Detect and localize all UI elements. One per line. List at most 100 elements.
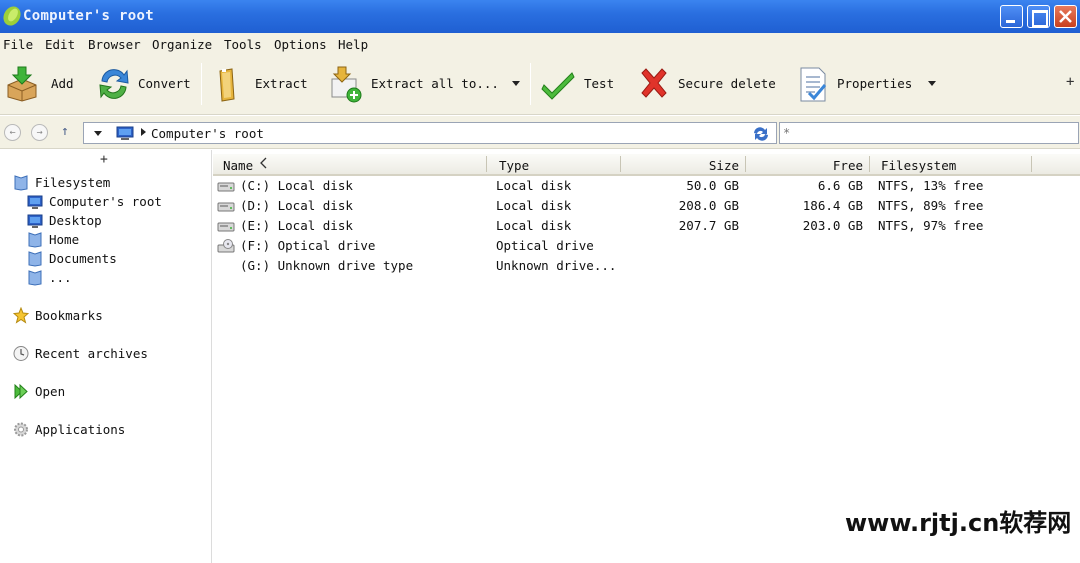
cell-name: (C:) Local disk xyxy=(240,178,353,193)
column-header-name[interactable]: Name xyxy=(223,158,253,173)
sidebar-item-label: Documents xyxy=(49,251,117,266)
forward-button[interactable]: → xyxy=(31,124,48,141)
extract-all-label: Extract all to... xyxy=(371,76,499,91)
table-row[interactable]: (C:) Local disk Local disk 50.0 GB 6.6 G… xyxy=(213,176,1080,196)
sidebar-item-home[interactable]: Home xyxy=(27,231,207,249)
menu-bar: File Edit Browser Organize Tools Options… xyxy=(0,33,1080,55)
optical-drive-icon xyxy=(217,239,235,253)
extract-all-dropdown-icon[interactable] xyxy=(512,81,520,86)
column-header-size[interactable]: Size xyxy=(653,158,739,173)
cell-filesystem: NTFS, 89% free xyxy=(878,198,984,213)
folder-icon xyxy=(14,175,28,191)
computer-icon xyxy=(116,126,134,140)
filter-input[interactable] xyxy=(783,124,1073,142)
minimize-button[interactable] xyxy=(1000,5,1023,28)
sidebar-item-bookmarks[interactable]: Bookmarks xyxy=(13,307,203,325)
sidebar-expand-button[interactable]: + xyxy=(100,152,108,167)
secure-delete-button[interactable]: Secure delete xyxy=(636,63,782,107)
path-field[interactable]: Computer's root xyxy=(83,122,777,144)
toolbar: Add Convert Extract Extract all to... Te… xyxy=(0,55,1080,115)
sidebar-item-label: Applications xyxy=(35,422,126,437)
delete-x-icon xyxy=(641,68,667,98)
menu-browser[interactable]: Browser xyxy=(88,37,141,52)
extract-button[interactable]: Extract xyxy=(212,63,312,107)
sidebar-item-open[interactable]: Open xyxy=(13,383,203,401)
column-divider[interactable] xyxy=(869,156,870,172)
menu-help[interactable]: Help xyxy=(338,37,368,52)
menu-file[interactable]: File xyxy=(3,37,33,52)
sidebar-item-label: Recent archives xyxy=(35,346,148,361)
add-button[interactable]: Add xyxy=(4,63,90,107)
folder-icon xyxy=(28,270,42,286)
extract-all-icon xyxy=(331,66,362,103)
column-divider[interactable] xyxy=(620,156,621,172)
sidebar-item-computers-root[interactable]: Computer's root xyxy=(27,193,207,211)
sidebar-item-label: Filesystem xyxy=(35,175,111,190)
sidebar-item-more[interactable]: ... xyxy=(27,269,207,287)
checkmark-icon xyxy=(541,72,575,100)
menu-edit[interactable]: Edit xyxy=(45,37,75,52)
cell-filesystem: NTFS, 97% free xyxy=(878,218,984,233)
convert-button[interactable]: Convert xyxy=(96,63,194,107)
secure-delete-label: Secure delete xyxy=(678,76,776,91)
sidebar-item-label: Bookmarks xyxy=(35,308,103,323)
convert-label: Convert xyxy=(138,76,191,91)
column-header-filesystem[interactable]: Filesystem xyxy=(881,158,956,173)
clock-icon xyxy=(13,346,29,361)
window-title: Computer's root xyxy=(23,8,154,24)
add-label: Add xyxy=(51,76,74,91)
table-row[interactable]: (F:) Optical drive Optical drive xyxy=(213,236,1080,256)
column-header-row: Name Type Size Free Filesystem xyxy=(213,154,1080,176)
sidebar-item-filesystem[interactable]: Filesystem xyxy=(13,174,203,192)
refresh-icon[interactable] xyxy=(752,126,770,142)
table-row[interactable]: (E:) Local disk Local disk 207.7 GB 203.… xyxy=(213,216,1080,236)
watermark-text: www.rjtj.cn软荐网 xyxy=(845,509,1072,537)
cell-type: Local disk xyxy=(496,198,572,213)
file-list: Name Type Size Free Filesystem (C:) Loca… xyxy=(213,150,1080,563)
back-button[interactable]: ← xyxy=(4,124,21,141)
folder-icon xyxy=(28,232,42,248)
cell-free: 203.0 GB xyxy=(802,218,863,233)
extract-all-button[interactable]: Extract all to... xyxy=(328,63,524,107)
column-header-type[interactable]: Type xyxy=(499,158,529,173)
menu-options[interactable]: Options xyxy=(274,37,327,52)
column-divider[interactable] xyxy=(745,156,746,172)
column-divider[interactable] xyxy=(486,156,487,172)
sidebar-item-documents[interactable]: Documents xyxy=(27,250,207,268)
up-arrow-icon[interactable]: ↑ xyxy=(61,124,69,139)
hard-disk-icon xyxy=(217,202,235,212)
menu-tools[interactable]: Tools xyxy=(224,37,262,52)
toolbar-separator xyxy=(530,63,531,105)
properties-dropdown-icon[interactable] xyxy=(928,81,936,86)
cell-size: 50.0 GB xyxy=(686,178,739,193)
title-bar: Computer's root xyxy=(0,0,1080,33)
table-row[interactable]: (D:) Local disk Local disk 208.0 GB 186.… xyxy=(213,196,1080,216)
sort-arrow-icon xyxy=(260,157,267,169)
sidebar-item-desktop[interactable]: Desktop xyxy=(27,212,207,230)
properties-button[interactable]: Properties xyxy=(795,63,945,107)
path-dropdown-icon[interactable] xyxy=(94,131,102,136)
cell-filesystem: NTFS, 13% free xyxy=(878,178,984,193)
path-separator-icon xyxy=(141,128,146,136)
test-label: Test xyxy=(584,76,615,91)
column-divider[interactable] xyxy=(1031,156,1032,172)
open-arrow-icon xyxy=(14,383,28,400)
star-icon xyxy=(13,307,29,324)
toolbar-more-button[interactable]: + xyxy=(1066,74,1074,90)
sidebar-item-label: Open xyxy=(35,384,66,399)
sidebar-item-recent-archives[interactable]: Recent archives xyxy=(13,345,203,363)
cell-name: (G:) Unknown drive type xyxy=(240,258,414,273)
sidebar: + Filesystem Computer's root Desktop Hom… xyxy=(0,150,212,563)
cell-size: 208.0 GB xyxy=(678,198,739,213)
folder-icon xyxy=(28,251,42,267)
column-header-free[interactable]: Free xyxy=(773,158,863,173)
cell-size: 207.7 GB xyxy=(678,218,739,233)
filter-field[interactable] xyxy=(779,122,1079,144)
table-row[interactable]: (G:) Unknown drive type Unknown drive... xyxy=(213,256,1080,276)
maximize-button[interactable] xyxy=(1027,5,1050,28)
close-button[interactable] xyxy=(1054,5,1077,28)
hard-disk-icon xyxy=(217,222,235,232)
menu-organize[interactable]: Organize xyxy=(152,37,212,52)
sidebar-item-applications[interactable]: Applications xyxy=(13,421,203,439)
test-button[interactable]: Test xyxy=(540,63,620,107)
